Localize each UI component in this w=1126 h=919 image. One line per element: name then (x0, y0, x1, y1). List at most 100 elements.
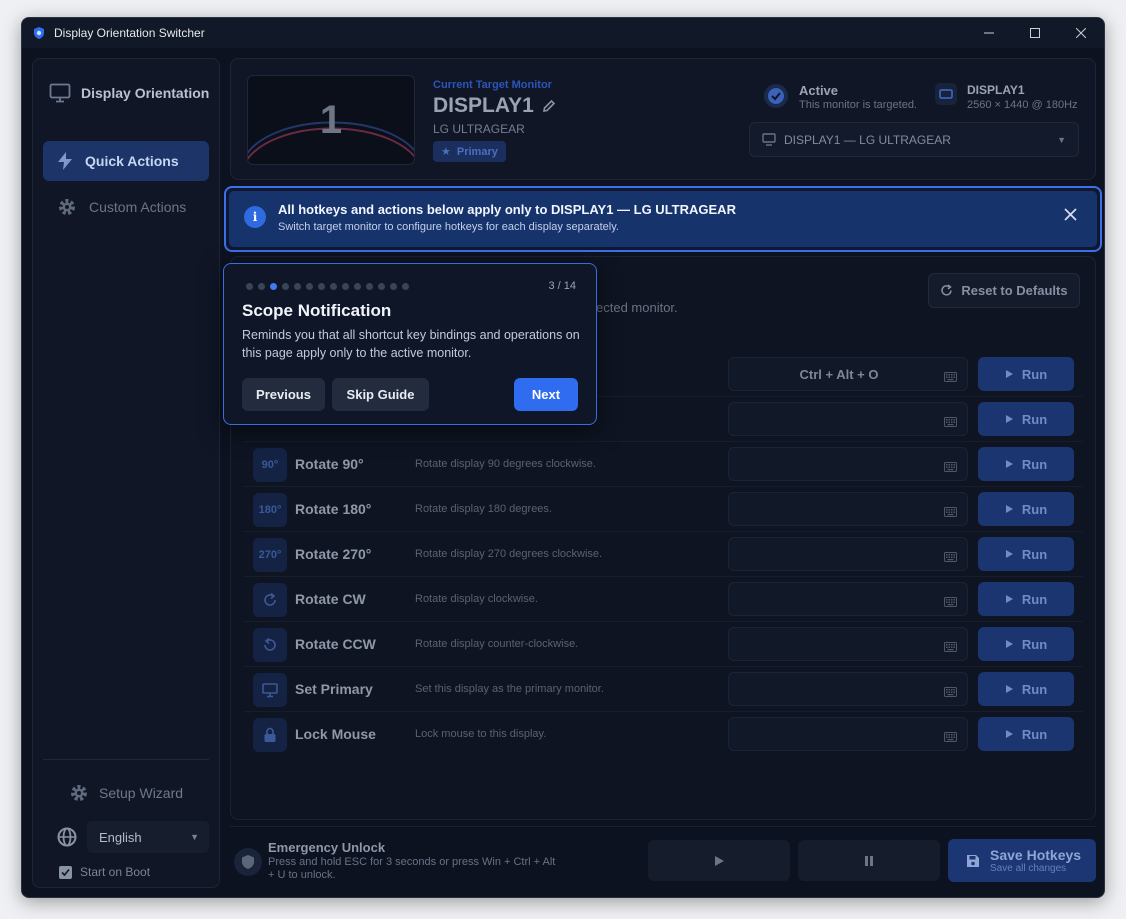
play-icon (1005, 502, 1014, 517)
guide-progress-dot (294, 283, 301, 290)
save-hotkeys-button[interactable]: Save Hotkeys Save all changes (948, 839, 1096, 882)
keyboard-icon (944, 594, 957, 612)
language-select[interactable]: English ▼ (87, 821, 209, 853)
run-button[interactable]: Run (978, 627, 1074, 661)
hotkey-description: Lock mouse to this display. (415, 728, 547, 740)
hotkey-name: Rotate 90° (295, 456, 364, 472)
run-button[interactable]: Run (978, 672, 1074, 706)
keyboard-icon (944, 684, 957, 702)
bottom-divider (230, 826, 1096, 827)
current-target-name: DISPLAY1 (433, 94, 556, 118)
hotkey-description: Rotate display 90 degrees clockwise. (415, 458, 596, 470)
window-controls (966, 18, 1104, 48)
setup-wizard-link[interactable]: Setup Wizard (69, 783, 183, 803)
sidebar-item-label: Quick Actions (85, 153, 179, 169)
play-icon (1005, 367, 1014, 382)
active-status: Active This monitor is targeted. (763, 83, 917, 111)
pause-button[interactable] (798, 840, 940, 881)
start-on-boot-row[interactable]: Start on Boot (59, 865, 150, 879)
hotkey-input[interactable] (728, 627, 968, 661)
banner-subtitle: Switch target monitor to configure hotke… (278, 221, 619, 233)
hotkey-name: Rotate CW (295, 591, 366, 607)
run-button[interactable]: Run (978, 717, 1074, 751)
sidebar-divider (43, 759, 209, 760)
guide-previous-button[interactable]: Previous (242, 378, 325, 411)
sidebar-item-custom-actions[interactable]: Custom Actions (43, 187, 209, 227)
monitor-icon (762, 133, 776, 146)
play-button[interactable] (648, 840, 790, 881)
hotkey-input[interactable] (728, 717, 968, 751)
hotkey-input[interactable] (728, 492, 968, 526)
guide-progress-dot (354, 283, 361, 290)
gear-icon (71, 785, 87, 801)
hotkey-input[interactable] (728, 672, 968, 706)
hotkey-input[interactable] (728, 402, 968, 436)
pencil-icon[interactable] (542, 99, 556, 113)
start-on-boot-label: Start on Boot (80, 865, 151, 879)
hotkey-value: Ctrl + Alt + O (799, 367, 879, 382)
run-button[interactable]: Run (978, 357, 1074, 391)
monitor-select-value: DISPLAY1 — LG ULTRAGEAR (784, 132, 951, 147)
check-icon (61, 868, 70, 876)
rotate-ccw-icon (253, 628, 287, 662)
run-label: Run (1021, 366, 1048, 382)
hotkey-input[interactable] (728, 447, 968, 481)
monitor-select[interactable]: DISPLAY1 — LG ULTRAGEAR ▼ (749, 122, 1079, 157)
scope-banner: i All hotkeys and actions below apply on… (224, 186, 1102, 252)
lock-icon (253, 718, 287, 752)
hotkey-description: Rotate display counter-clockwise. (415, 638, 579, 650)
keyboard-icon (944, 369, 957, 387)
run-button[interactable]: Run (978, 537, 1074, 571)
guide-skip-button[interactable]: Skip Guide (332, 378, 429, 411)
keyboard-icon (944, 549, 957, 567)
start-on-boot-checkbox[interactable] (59, 865, 72, 879)
guide-progress-dot (342, 283, 349, 290)
keyboard-icon (944, 414, 957, 432)
guide-progress-dot (246, 283, 253, 290)
run-button[interactable]: Run (978, 492, 1074, 526)
close-icon (1064, 208, 1077, 221)
maximize-icon (1030, 28, 1040, 38)
play-icon (1005, 592, 1014, 607)
keyboard-icon (944, 459, 957, 477)
keyboard-icon (944, 639, 957, 657)
check-circle-icon (764, 84, 788, 108)
reset-label: Reset to Defaults (961, 283, 1068, 298)
hotkey-description: Set this display as the primary monitor. (415, 683, 604, 695)
guide-next-button[interactable]: Next (514, 378, 578, 411)
star-icon: ★ (441, 146, 451, 158)
banner-close-button[interactable] (1064, 205, 1077, 226)
guide-progress-dot (390, 283, 397, 290)
display-port-icon (935, 83, 957, 105)
hotkey-name: Set Primary (295, 681, 373, 697)
language-row: English ▼ (57, 821, 209, 853)
hotkey-input[interactable] (728, 582, 968, 616)
sidebar: Display Orientation Quick Actions Custom… (32, 58, 220, 888)
reset-defaults-button[interactable]: Reset to Defaults (928, 273, 1080, 308)
minimize-button[interactable] (966, 18, 1012, 48)
hotkey-row: Lock Mouse Lock mouse to this display. Run (243, 712, 1083, 757)
run-button[interactable]: Run (978, 447, 1074, 481)
monitor-model: LG ULTRAGEAR (433, 122, 525, 136)
maximize-button[interactable] (1012, 18, 1058, 48)
sidebar-item-quick-actions[interactable]: Quick Actions (43, 141, 209, 181)
guide-progress-dot (270, 283, 277, 290)
banner-title: All hotkeys and actions below apply only… (278, 202, 736, 217)
run-button[interactable]: Run (978, 582, 1074, 616)
run-button[interactable]: Run (978, 402, 1074, 436)
title-bar: Display Orientation Switcher (22, 18, 1104, 48)
window-title: Display Orientation Switcher (54, 26, 205, 40)
close-window-button[interactable] (1058, 18, 1104, 48)
hotkey-input[interactable]: Ctrl + Alt + O (728, 357, 968, 391)
keyboard-icon (944, 504, 957, 522)
play-icon (1005, 457, 1014, 472)
hotkey-name: Rotate CCW (295, 636, 376, 652)
run-label: Run (1021, 546, 1048, 562)
guide-progress-dot (258, 283, 265, 290)
monitor-preview: 1 (247, 75, 415, 165)
guide-progress-dot (306, 283, 313, 290)
setup-wizard-label: Setup Wizard (99, 785, 184, 801)
run-label: Run (1021, 501, 1048, 517)
hotkey-input[interactable] (728, 537, 968, 571)
hotkey-name: Rotate 270° (295, 546, 372, 562)
